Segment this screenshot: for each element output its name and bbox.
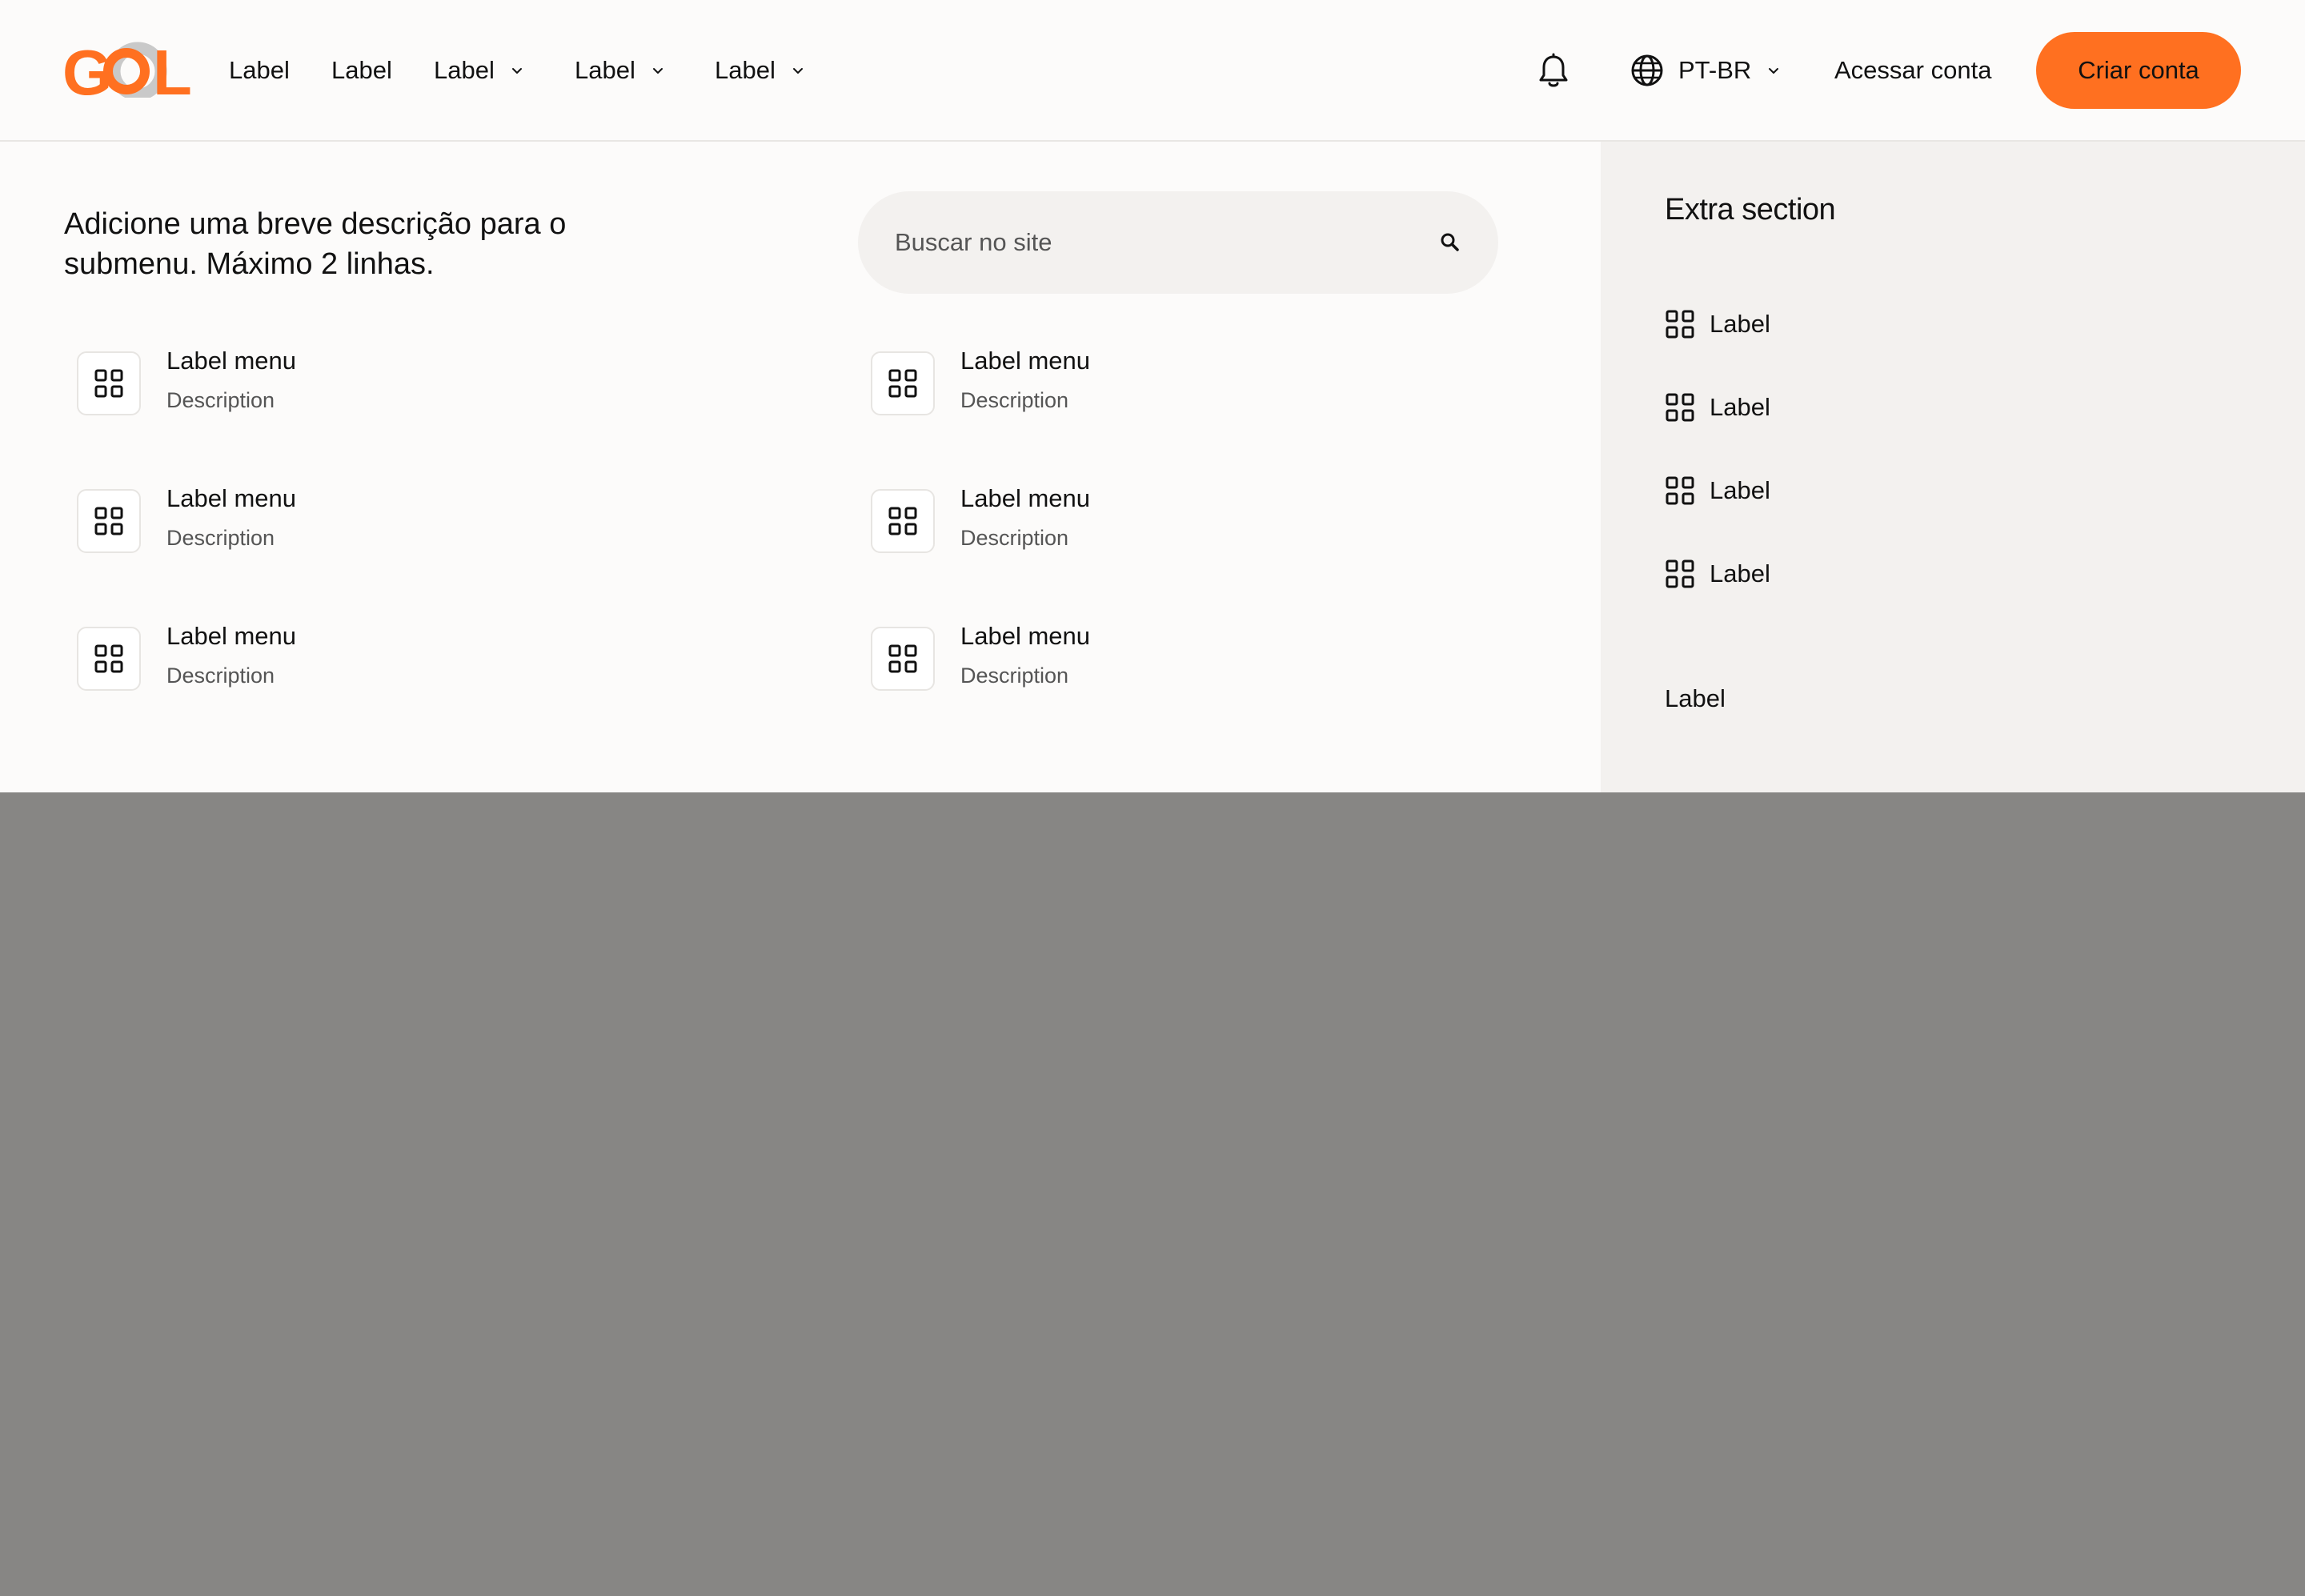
chevron-down-icon <box>792 68 803 74</box>
grid-icon <box>871 489 935 553</box>
nav-item-label: Label <box>229 56 290 84</box>
submenu-item-label: Label menu <box>960 347 1091 375</box>
extra-link[interactable]: Label <box>1665 387 1770 427</box>
search-bar <box>858 191 1498 294</box>
submenu-item-label: Label menu <box>960 484 1091 512</box>
extra-link-label: Label <box>1710 559 1770 587</box>
nav-item-label: Label <box>715 56 776 84</box>
submenu-item[interactable]: Label menu Description <box>64 478 480 558</box>
nav-item-label: Label <box>331 56 392 84</box>
submenu-panel: Adicione uma breve descrição para o subm… <box>0 142 1601 792</box>
grid-icon <box>77 351 141 415</box>
extra-bottom-link[interactable]: Label <box>1665 684 1726 713</box>
search-icon[interactable] <box>1437 230 1463 255</box>
chevron-down-icon <box>652 68 663 74</box>
nav-item-1[interactable]: Label <box>229 53 290 88</box>
grid-icon <box>77 627 141 691</box>
grid-icon <box>871 351 935 415</box>
search-input[interactable] <box>895 191 1407 294</box>
extra-link[interactable]: Label <box>1665 554 1770 594</box>
submenu-item[interactable]: Label menu Description <box>64 340 480 420</box>
submenu-item-label: Label menu <box>166 347 297 375</box>
grid-icon <box>1666 393 1694 422</box>
svg-text:G: G <box>62 40 109 98</box>
nav-item-5-dropdown[interactable]: Label <box>715 53 806 88</box>
nav-item-label: Label <box>434 56 495 84</box>
nav-item-2[interactable]: Label <box>331 53 392 88</box>
submenu-item-description: Description <box>960 526 1069 550</box>
submenu-item-description: Description <box>960 388 1069 412</box>
page-overlay[interactable] <box>0 792 2305 1596</box>
extra-link[interactable]: Label <box>1665 471 1770 511</box>
extra-link-label: Label <box>1710 476 1770 504</box>
submenu-item-label: Label menu <box>166 484 297 512</box>
submenu-item-description: Description <box>166 388 275 412</box>
language-value: PT-BR <box>1678 56 1752 84</box>
nav-item-4-dropdown[interactable]: Label <box>575 53 666 88</box>
extra-link-label: Label <box>1710 310 1770 338</box>
grid-icon <box>1666 476 1694 505</box>
chevron-down-icon <box>511 68 522 74</box>
language-selector[interactable]: PT-BR <box>1630 51 1782 90</box>
login-link[interactable]: Acessar conta <box>1834 53 1991 88</box>
grid-icon <box>871 627 935 691</box>
chevron-down-icon <box>1769 68 1779 74</box>
extra-section: Extra section Label Label Label Label La… <box>1601 142 2305 792</box>
bell-icon[interactable] <box>1536 53 1571 90</box>
submenu-description: Adicione uma breve descrição para o subm… <box>64 207 567 281</box>
submenu-item[interactable]: Label menu Description <box>64 616 480 696</box>
submenu-item[interactable]: Label menu Description <box>858 616 1274 696</box>
nav-item-3-dropdown[interactable]: Label <box>434 53 525 88</box>
grid-icon <box>1666 559 1694 588</box>
submenu-item-description: Description <box>166 526 275 550</box>
nav-item-label: Label <box>575 56 635 84</box>
signup-button[interactable]: Criar conta <box>2036 32 2241 109</box>
grid-icon <box>77 489 141 553</box>
submenu-item-description: Description <box>166 664 275 688</box>
extra-link[interactable]: Label <box>1665 304 1770 344</box>
submenu-item[interactable]: Label menu Description <box>858 340 1274 420</box>
submenu-item-label: Label menu <box>960 622 1091 650</box>
svg-text:L: L <box>153 40 192 98</box>
extra-link-label: Label <box>1710 393 1770 421</box>
submenu-item-label: Label menu <box>166 622 297 650</box>
gol-logo[interactable]: G L <box>62 37 192 108</box>
submenu-item-description: Description <box>960 664 1069 688</box>
submenu-item[interactable]: Label menu Description <box>858 478 1274 558</box>
top-header: G L Label Label Label Label Label PT-BR … <box>0 0 2305 142</box>
extra-section-title: Extra section <box>1665 193 1836 227</box>
globe-icon <box>1631 54 1663 86</box>
grid-icon <box>1666 310 1694 339</box>
